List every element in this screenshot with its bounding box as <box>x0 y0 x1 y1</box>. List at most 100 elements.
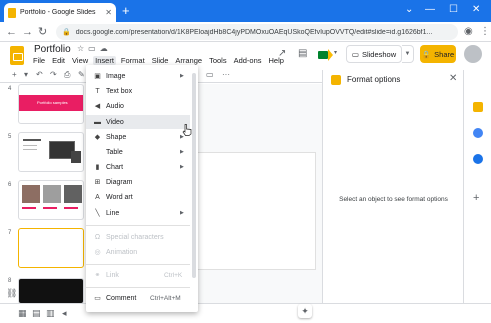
menu-separator <box>86 225 190 226</box>
menu-item-label: Animation <box>106 248 138 256</box>
minimize-icon[interactable]: — <box>425 2 435 18</box>
slideshow-dropdown-icon[interactable]: ▼ <box>402 45 414 63</box>
comment-toolbar-icon[interactable]: ▭ <box>206 70 214 79</box>
menu-item-link: ⚭ Link Ctrl+K <box>86 268 190 282</box>
profile-icon[interactable]: ◉ <box>464 26 473 38</box>
close-icon[interactable]: ✕ <box>449 73 457 84</box>
forward-icon[interactable]: → <box>22 25 33 39</box>
redo-icon[interactable]: ↷ <box>50 70 57 79</box>
browser-tab[interactable]: Portfolio - Google Slides ✕ <box>4 3 116 22</box>
insert-menu: ▣ Image ▶ T Text box ◀ Audio ▬ Video ◆ S… <box>86 65 198 312</box>
print-icon[interactable]: ⎙ <box>64 70 70 80</box>
menu-insert[interactable]: Insert <box>93 56 116 65</box>
keep-icon[interactable] <box>473 102 483 112</box>
menu-view[interactable]: View <box>72 56 88 65</box>
menu-arrange[interactable]: Arrange <box>175 56 202 65</box>
animation-icon: ◎ <box>94 248 101 256</box>
meet-dropdown-icon[interactable]: ▾ <box>334 49 337 56</box>
slide-thumbnail-8[interactable] <box>18 278 84 304</box>
thumbnail-phone-image <box>71 151 81 163</box>
menu-item-label: Shape <box>106 133 127 141</box>
thumbnail-text-line <box>23 149 37 150</box>
thumbnail-photo <box>43 185 61 203</box>
menu-item-shape[interactable]: ◆ Shape ▶ <box>86 130 190 144</box>
menu-file[interactable]: File <box>33 56 45 65</box>
address-bar-row: ← → ↻ 🔒 docs.google.com/presentation/d/1… <box>0 22 491 42</box>
new-slide-icon[interactable]: + <box>12 70 17 79</box>
menu-item-chart[interactable]: ▮ Chart ▶ <box>86 160 190 174</box>
submenu-arrow-icon: ▶ <box>180 210 184 216</box>
menu-item-audio[interactable]: ◀ Audio <box>86 99 190 113</box>
list-view-icon[interactable]: ▥ <box>46 308 55 319</box>
menu-bar: File Edit View Insert Format Slide Arran… <box>33 56 284 65</box>
menu-item-text-box[interactable]: T Text box <box>86 84 190 98</box>
slide-thumbnail-7[interactable] <box>18 228 84 268</box>
thumbnail-photo <box>64 185 82 203</box>
title-action-icons: ☆▭☁ <box>77 44 112 53</box>
video-icon: ▬ <box>94 118 101 126</box>
document-title[interactable]: Portfolio <box>34 44 71 55</box>
menu-item-image[interactable]: ▣ Image ▶ <box>86 69 190 83</box>
menu-slide[interactable]: Slide <box>152 56 169 65</box>
slide-thumbnail-5[interactable] <box>18 132 84 172</box>
slideshow-label: Slideshow <box>361 49 397 59</box>
menu-item-word-art[interactable]: A Word art <box>86 190 190 204</box>
menu-scrollbar[interactable] <box>192 73 196 278</box>
menu-item-label: Line <box>106 209 120 217</box>
activity-dashboard-icon[interactable]: ↗ <box>278 48 286 59</box>
share-button[interactable]: 🔒 Share <box>420 45 456 63</box>
slide-thumbnail-4[interactable]: Portfolio samples <box>18 84 84 124</box>
tab-search-icon[interactable]: ⌄ <box>405 2 413 18</box>
menu-item-shortcut: Ctrl+Alt+M <box>150 294 181 302</box>
move-folder-icon[interactable]: ▭ <box>88 44 100 53</box>
slideshow-button[interactable]: ▭ Slideshow <box>346 45 402 63</box>
lock-icon[interactable]: 🔒 <box>62 28 71 36</box>
sidebar-toggle-icon[interactable]: ⛓ <box>6 288 17 299</box>
share-label: Share <box>434 49 455 59</box>
menu-item-line[interactable]: ╲ Line ▶ <box>86 206 190 220</box>
diagram-icon: ⊞ <box>94 178 101 186</box>
close-tab-icon[interactable]: ✕ <box>105 8 112 17</box>
menu-item-label: Diagram <box>106 178 133 186</box>
star-icon[interactable]: ☆ <box>77 44 88 53</box>
menu-edit[interactable]: Edit <box>52 56 65 65</box>
new-tab-icon[interactable]: + <box>122 3 130 19</box>
get-addons-icon[interactable]: + <box>473 192 479 204</box>
collapse-icon[interactable]: ◂ <box>62 308 67 319</box>
menu-tools[interactable]: Tools <box>209 56 227 65</box>
menu-format[interactable]: Format <box>121 56 145 65</box>
thumbnail-caption <box>22 207 36 209</box>
back-icon[interactable]: ← <box>6 25 17 39</box>
comments-icon[interactable]: ▤ <box>298 48 307 59</box>
menu-addons[interactable]: Add-ons <box>234 56 262 65</box>
menu-separator <box>86 287 190 288</box>
menu-item-comment[interactable]: ▭ Comment Ctrl+Alt+M <box>86 291 190 305</box>
explore-button[interactable]: ✦ <box>298 304 312 318</box>
url-field[interactable]: 🔒 docs.google.com/presentation/d/1K8PElo… <box>56 24 458 40</box>
slide-number: 4 <box>8 86 12 92</box>
paint-format-icon[interactable]: ✎ <box>78 70 85 79</box>
new-slide-dropdown-icon[interactable]: ▾ <box>24 70 28 79</box>
maximize-icon[interactable]: ☐ <box>449 2 458 18</box>
avatar[interactable] <box>464 45 482 63</box>
grid-view-icon[interactable]: ▦ <box>18 308 27 319</box>
close-window-icon[interactable]: ✕ <box>472 2 480 18</box>
contacts-icon[interactable] <box>473 154 483 164</box>
menu-item-video[interactable]: ▬ Video <box>86 115 190 129</box>
tasks-icon[interactable] <box>473 128 483 138</box>
menu-item-table[interactable]: Table ▶ <box>86 145 190 159</box>
menu-item-label: Video <box>106 118 124 126</box>
reload-icon[interactable]: ↻ <box>38 25 47 39</box>
filmstrip-view-icon[interactable]: ▤ <box>32 308 41 319</box>
cloud-status-icon[interactable]: ☁ <box>100 44 112 53</box>
meet-icon[interactable] <box>318 49 334 61</box>
undo-icon[interactable]: ↶ <box>36 70 43 79</box>
menu-item-label: Image <box>106 72 126 80</box>
browser-menu-icon[interactable]: ⋮ <box>480 26 490 38</box>
slides-logo-icon[interactable] <box>10 46 24 65</box>
slide-thumbnail-6[interactable] <box>18 180 84 220</box>
menu-item-shortcut: Ctrl+K <box>164 271 183 279</box>
more-icon[interactable]: ··· <box>222 70 230 79</box>
menu-item-diagram[interactable]: ⊞ Diagram <box>86 175 190 189</box>
thumbnail-title: Portfolio samples <box>37 100 68 105</box>
